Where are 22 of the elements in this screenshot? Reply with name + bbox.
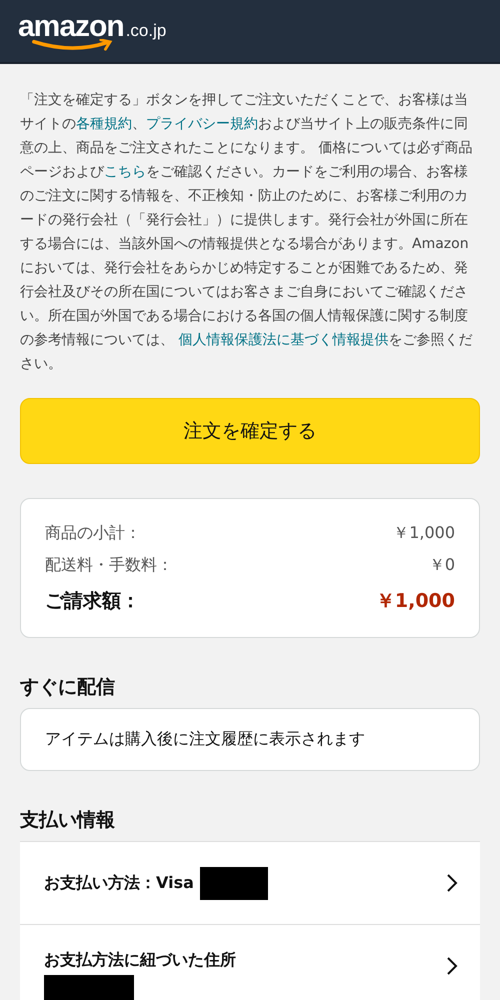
section-heading: すぐに配信 — [20, 675, 116, 700]
summary-label: ご請求額： — [45, 589, 140, 614]
summary-label: 商品の小計： — [45, 522, 141, 544]
terms-link[interactable]: こちら — [104, 164, 146, 180]
chevron-right-icon — [446, 873, 458, 893]
payment-label: お支払方法に紐づいた住所 — [44, 950, 236, 970]
summary-amount: ￥0 — [428, 554, 455, 576]
terms-notice: 「注文を確定する」ボタンを押してご注文いただくことで、お客様は当サイトの各種規約、プライバシー規約および当サイト上の販売条件に同意の上、商品をご注文されたことになります。 価格については必ず商品ページおよびこちら をご確認ください。カードをご利用の場合、お客様のご注文に関する情報を、不正検知・防止のために、お客様ご利用のカードの発行会社（「発行会社」）に提供します。発行会社が外国に所在する場合には、当該外国への情報提供となる場合があります。Amazonにおいては、発行会社をあらかじめ特定することが困難であるため、発行会社及びその所在国についてはお客さまご自身においてご確認ください。所在国が外国である場合における各国の個人情報保護に関する制度の参考情報については、 個人情報保護法に基づく情報提供をご参照ください。 — [20, 91, 474, 374]
summary-label: 配送料・手数料： — [45, 554, 173, 576]
chevron-right-icon — [446, 956, 458, 976]
amazon-logo[interactable]: amazon.co.jp — [18, 10, 166, 52]
terms-link[interactable]: プライバシー規約 — [146, 116, 258, 132]
payment-label: お支払い方法：Visa — [44, 872, 194, 894]
summary-amount: ￥1,000 — [376, 589, 455, 614]
delivery-message: アイテムは購入後に注文履歴に表示されます — [45, 729, 365, 748]
section-heading: 支払い情報 — [20, 808, 116, 833]
payment-row[interactable]: お支払い方法：Visa — [20, 841, 480, 924]
place-order-button[interactable]: 注文を確定する — [20, 398, 480, 464]
terms-link[interactable]: 個人情報保護法に基づく情報提供 — [178, 332, 388, 348]
summary-amount: ￥1,000 — [393, 522, 455, 544]
terms-link[interactable]: 各種規約 — [76, 116, 132, 132]
payment-row[interactable]: お支払方法に紐づいた住所 — [20, 924, 480, 1000]
